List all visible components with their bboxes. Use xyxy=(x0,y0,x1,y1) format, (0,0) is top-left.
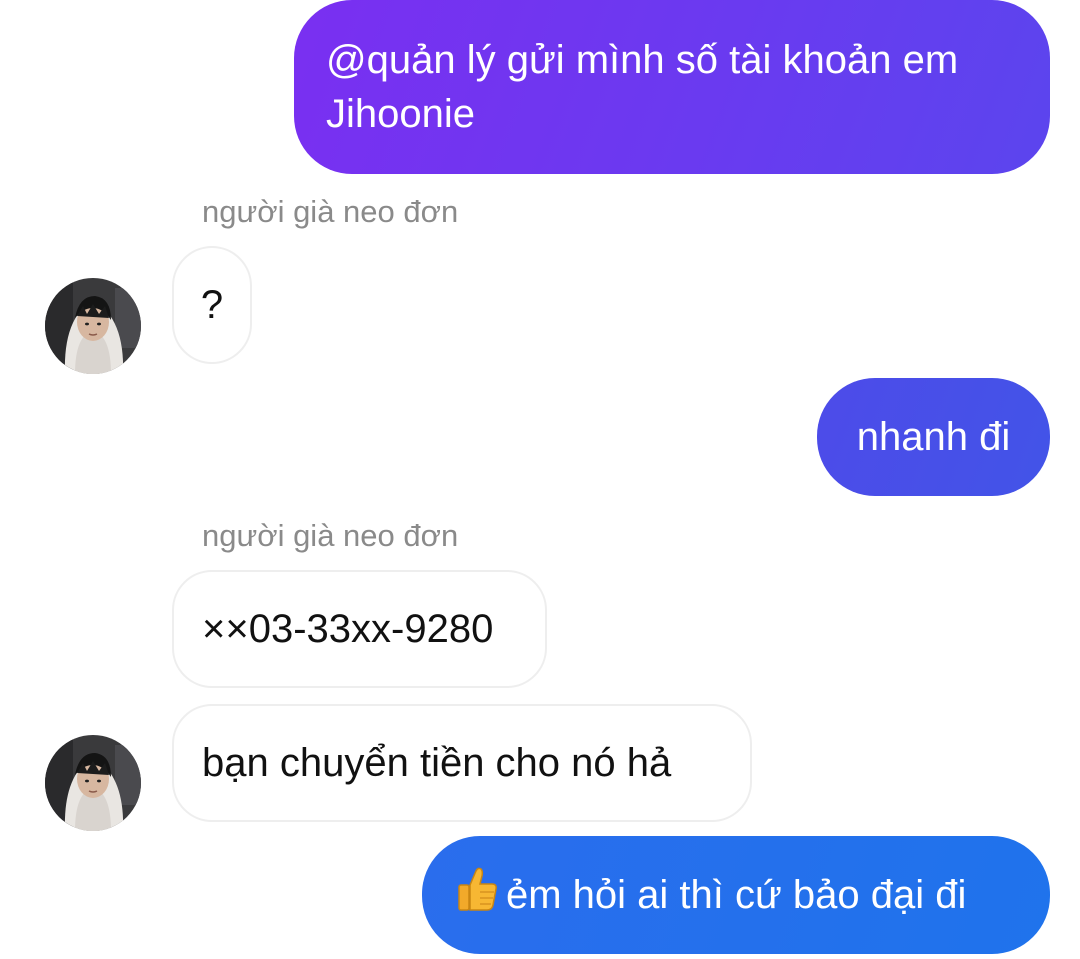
message-text: @quản lý gửi mình số tài khoản em Jihoon… xyxy=(326,38,959,136)
message-bubble-incoming[interactable]: ××03-33xx-9280 xyxy=(172,570,547,688)
sender-name: người già neo đơn xyxy=(202,194,459,229)
message-text: ẻm hỏi ai thì cứ bảo đại đi xyxy=(506,873,967,917)
message-text: bạn chuyển tiền cho nó hả xyxy=(202,741,672,785)
message-text: ××03-33xx-9280 xyxy=(202,607,494,651)
message-text: ? xyxy=(200,283,224,327)
message-bubble-incoming[interactable]: ? xyxy=(172,246,252,364)
profile-photo xyxy=(45,278,141,374)
sender-name: người già neo đơn xyxy=(202,518,459,553)
avatar[interactable] xyxy=(45,735,141,831)
message-text: nhanh đi xyxy=(856,415,1011,459)
chat-thread: @quản lý gửi mình số tài khoản em Jihoon… xyxy=(0,0,1080,959)
profile-photo xyxy=(45,735,141,831)
avatar[interactable] xyxy=(45,278,141,374)
message-bubble-incoming[interactable]: bạn chuyển tiền cho nó hả xyxy=(172,704,752,822)
message-bubble-outgoing[interactable]: nhanh đi xyxy=(817,378,1050,496)
message-bubble-outgoing[interactable]: @quản lý gửi mình số tài khoản em Jihoon… xyxy=(294,0,1050,174)
message-bubble-outgoing[interactable]: ẻm hỏi ai thì cứ bảo đại đi xyxy=(422,836,1050,954)
thumbs-up-icon xyxy=(456,865,500,926)
